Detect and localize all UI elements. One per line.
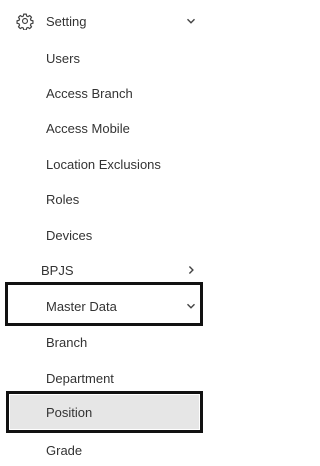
- sidebar-item-master-data-label: Master Data: [46, 298, 117, 314]
- sidebar-item-label: Access Branch: [46, 85, 133, 101]
- sidebar-item-department[interactable]: Department: [0, 364, 209, 392]
- sidebar-item-label: Roles: [46, 191, 80, 207]
- sidebar-item-users[interactable]: Users: [0, 44, 209, 72]
- sidebar-item-access-branch[interactable]: Access Branch: [0, 79, 209, 107]
- sidebar-item-label: Users: [46, 50, 80, 66]
- chevron-down-icon[interactable]: [186, 301, 196, 311]
- gear-icon: [16, 12, 34, 30]
- sidebar-item-bpjs-label: BPJS: [41, 262, 74, 278]
- sidebar-item-label: Position: [46, 404, 93, 420]
- sidebar-item-label: Department: [46, 370, 114, 386]
- sidebar-item-label: Devices: [46, 227, 93, 243]
- sidebar-item-label: Location Exclusions: [46, 156, 161, 172]
- sidebar-item-label: Access Mobile: [46, 120, 130, 136]
- sidebar-item-roles[interactable]: Roles: [0, 185, 209, 213]
- sidebar-item-position[interactable]: Position: [0, 398, 209, 426]
- sidebar-item-grade[interactable]: Grade: [0, 436, 209, 464]
- chevron-down-icon[interactable]: [186, 16, 196, 26]
- sidebar-item-location-exclusions[interactable]: Location Exclusions: [0, 150, 209, 178]
- sidebar-menu: Setting Users Access Branch Access Mobil…: [0, 0, 209, 466]
- sidebar-item-access-mobile[interactable]: Access Mobile: [0, 114, 209, 142]
- chevron-right-icon[interactable]: [186, 265, 196, 275]
- sidebar-item-setting-label: Setting: [46, 13, 87, 29]
- sidebar-item-devices[interactable]: Devices: [0, 221, 209, 249]
- sidebar-item-label: Branch: [46, 334, 88, 350]
- sidebar-item-setting[interactable]: Setting: [0, 7, 209, 35]
- sidebar-item-master-data[interactable]: Master Data: [0, 292, 209, 320]
- sidebar-item-bpjs[interactable]: BPJS: [0, 256, 209, 284]
- sidebar-item-branch[interactable]: Branch: [0, 328, 209, 356]
- sidebar-item-label: Grade: [46, 442, 83, 458]
